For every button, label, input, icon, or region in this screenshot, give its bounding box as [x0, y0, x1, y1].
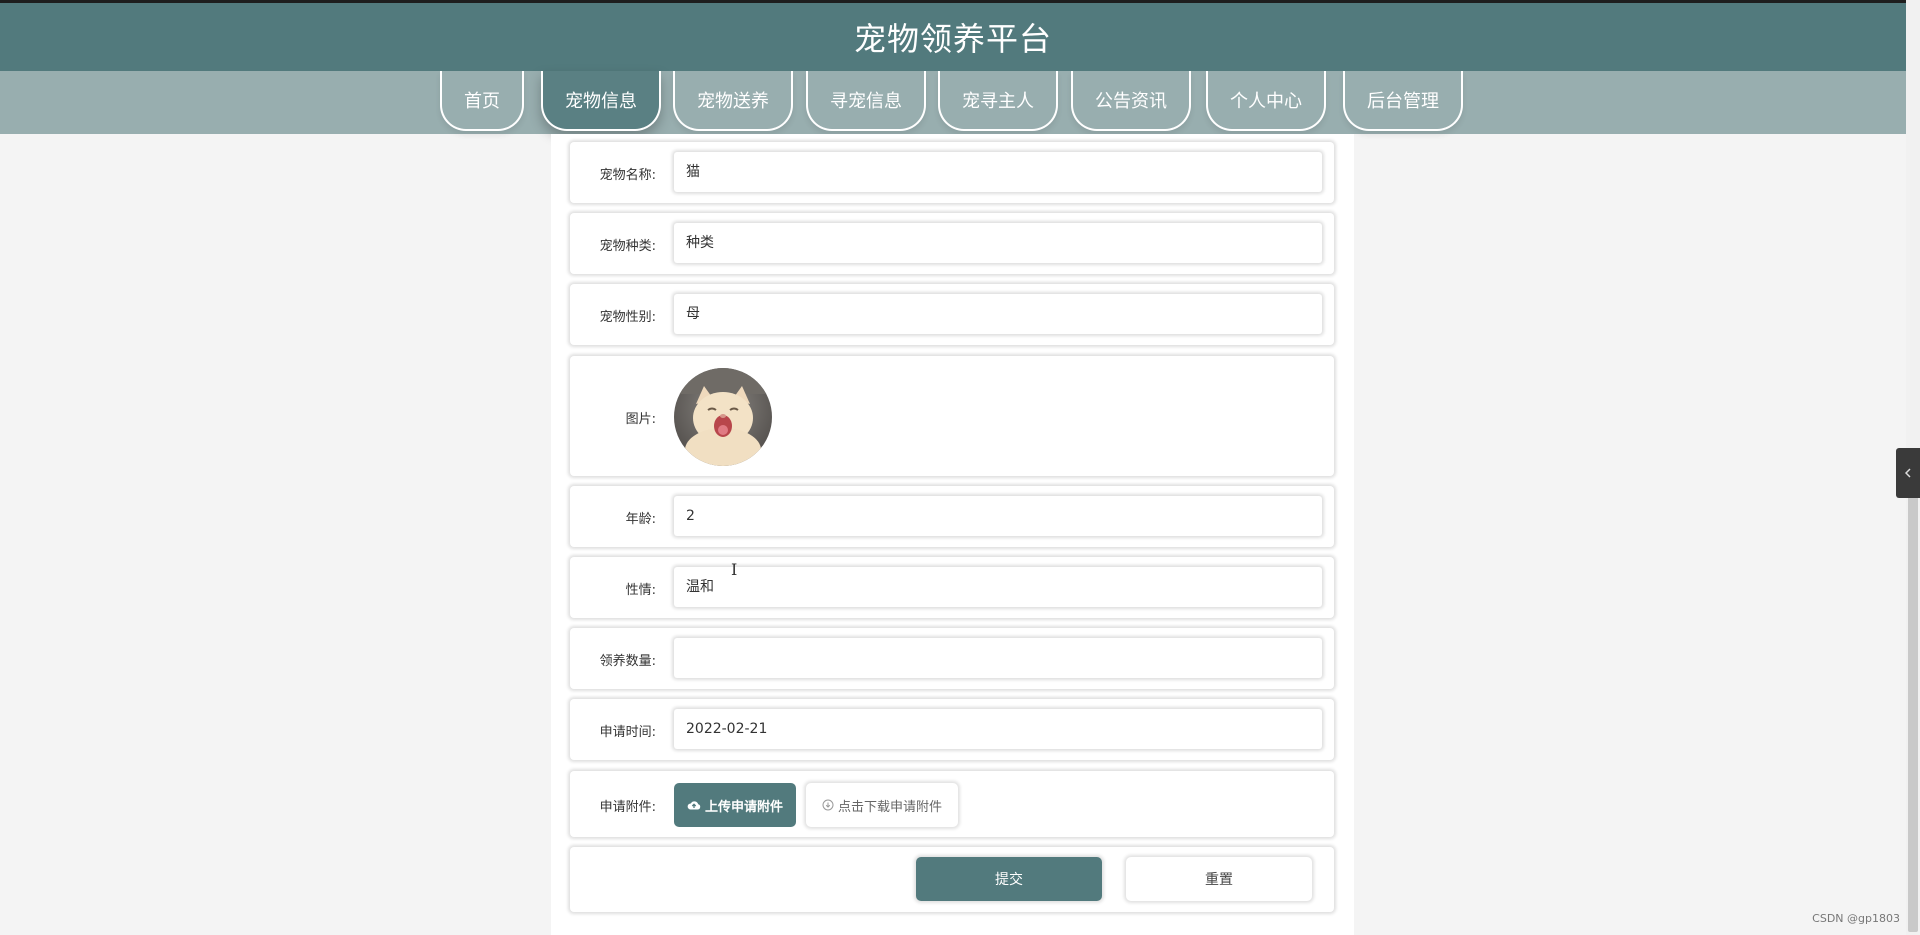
- top-header: 宠物领养平台: [0, 0, 1906, 71]
- download-attachment-label: 点击下载申请附件: [837, 799, 942, 815]
- temper-input[interactable]: [674, 567, 1322, 607]
- nav-item-admin[interactable]: 后台管理: [1343, 71, 1463, 131]
- apply-time-input[interactable]: [674, 709, 1322, 749]
- age-input[interactable]: [674, 496, 1322, 536]
- pet-name-label: 宠物名称:: [599, 168, 656, 183]
- nav-item-lost-pet[interactable]: 寻宠信息: [806, 71, 926, 131]
- form-row-temper: 性情:: [570, 557, 1334, 618]
- pet-kind-input[interactable]: [674, 223, 1322, 263]
- nav-item-pet-info[interactable]: 宠物信息: [541, 71, 661, 131]
- pet-gender-input[interactable]: [674, 294, 1322, 334]
- text-cursor-icon: I: [731, 560, 738, 579]
- form-row-actions: 提交 重置: [570, 847, 1334, 912]
- adopt-count-label: 领养数量:: [599, 654, 656, 669]
- pet-gender-label: 宠物性别:: [599, 310, 656, 325]
- upload-attachment-button[interactable]: 上传申请附件: [674, 783, 796, 827]
- download-circle-icon: [822, 799, 834, 811]
- form-row-attachment: 申请附件: 上传申请附件 点击下载申请附件: [570, 771, 1334, 837]
- side-panel-toggle[interactable]: [1896, 448, 1920, 498]
- nav-menu: 首页 宠物信息 宠物送养 寻宠信息 宠寻主人 公告资讯 个人中心 后台管理: [0, 71, 1906, 134]
- form-row-apply-time: 申请时间:: [570, 699, 1334, 760]
- nav-item-pet-rehome[interactable]: 宠物送养: [673, 71, 793, 131]
- form-row-adopt-count: 领养数量:: [570, 628, 1334, 689]
- nav-item-home[interactable]: 首页: [440, 71, 524, 131]
- submit-button[interactable]: 提交: [916, 857, 1102, 901]
- upload-attachment-label: 上传申请附件: [704, 799, 783, 815]
- cat-photo-illustration: [674, 368, 772, 466]
- form-row-pet-kind: 宠物种类:: [570, 213, 1334, 274]
- pet-kind-label: 宠物种类:: [599, 239, 656, 254]
- nav-item-personal-center[interactable]: 个人中心: [1206, 71, 1326, 131]
- temper-label: 性情:: [625, 583, 656, 598]
- age-label: 年龄:: [625, 512, 656, 527]
- reset-button[interactable]: 重置: [1126, 857, 1312, 901]
- picture-label: 图片:: [625, 412, 656, 427]
- pet-photo[interactable]: [674, 368, 772, 466]
- form-row-pet-gender: 宠物性别:: [570, 284, 1334, 345]
- chevron-left-icon: [1904, 468, 1911, 478]
- scrollbar-thumb[interactable]: [1908, 492, 1918, 932]
- attachment-label: 申请附件:: [599, 800, 656, 815]
- pet-name-input[interactable]: [674, 152, 1322, 192]
- adopt-count-input[interactable]: [674, 638, 1322, 678]
- cloud-upload-icon: [687, 801, 701, 810]
- download-attachment-button[interactable]: 点击下载申请附件: [806, 783, 958, 827]
- nav-bar: 首页 宠物信息 宠物送养 寻宠信息 宠寻主人 公告资讯 个人中心 后台管理: [0, 71, 1906, 134]
- form-row-pet-name: 宠物名称:: [570, 142, 1334, 203]
- nav-item-find-owner[interactable]: 宠寻主人: [938, 71, 1058, 131]
- form-row-age: 年龄:: [570, 486, 1334, 547]
- site-title: 宠物领养平台: [853, 20, 1052, 58]
- nav-item-announcements[interactable]: 公告资讯: [1071, 71, 1191, 131]
- apply-time-label: 申请时间:: [599, 725, 656, 740]
- watermark: CSDN @gp1803: [1812, 912, 1900, 925]
- form-row-picture: 图片:: [570, 356, 1334, 476]
